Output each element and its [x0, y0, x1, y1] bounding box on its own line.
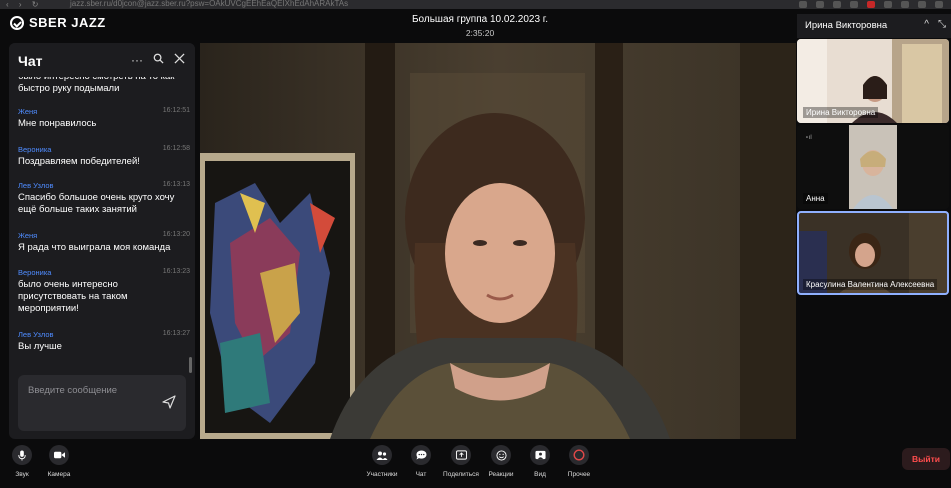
share-screen-icon	[451, 445, 471, 465]
close-icon[interactable]	[174, 53, 185, 67]
chat-input-placeholder: Введите сообщение	[28, 385, 118, 396]
participant-tile[interactable]: Красулина Валентина Алексеевна	[797, 211, 949, 295]
camera-label: Камера	[47, 471, 71, 478]
message-author: Лев Узлов	[18, 330, 54, 339]
logo-text: SBER JAZZ	[29, 15, 106, 30]
view-label: Вид	[534, 471, 546, 478]
sber-logo-icon	[10, 15, 24, 30]
participant-tiles: Ирина Викторовна ∘ıl Анна Красулина Вале…	[797, 37, 951, 295]
app-logo: SBER JAZZ	[10, 15, 106, 30]
participants-label: Участники	[366, 471, 398, 478]
more-options-icon[interactable]: ···	[131, 53, 143, 67]
participant-name: Анна	[803, 193, 828, 204]
layout-icon	[530, 445, 550, 465]
chat-message: Лев Узлов 16:13:27 Вы лучше	[18, 330, 190, 353]
message-text: Вы лучше	[18, 341, 62, 352]
message-text: Я рада что выиграла моя команда	[18, 242, 171, 253]
leave-button[interactable]: Выйти	[902, 448, 950, 470]
chat-message: Лев Узлов 16:13:13 Спасибо большое очень…	[18, 181, 190, 216]
meeting-title: Большая группа 10.02.2023 г.	[411, 14, 549, 25]
camera-icon	[49, 445, 69, 465]
participant-tile[interactable]: ∘ıl Анна	[797, 125, 949, 209]
browser-url[interactable]: jazz.sber.ru/d0jcon@jazz.sber.ru?psw=OAk…	[70, 0, 348, 8]
share-label: Поделиться	[443, 471, 479, 478]
chat-scrollbar[interactable]	[189, 357, 192, 373]
browser-nav-icons[interactable]: ‹ › ↻	[6, 0, 42, 9]
message-time: 16:13:20	[162, 231, 190, 238]
expand-icon[interactable]: ⤡	[938, 19, 946, 30]
chat-message: Вероника 16:12:58 Поздравляем победителе…	[18, 145, 190, 168]
message-time: 16:13:13	[162, 181, 190, 188]
message-time: 16:13:27	[162, 330, 190, 337]
message-author: Вероника	[18, 268, 52, 277]
message-time: 16:12:51	[162, 107, 190, 114]
send-icon[interactable]	[162, 395, 176, 409]
chat-message: Вероника 16:13:23 было очень интересно п…	[18, 268, 190, 315]
message-text: Спасибо большое очень круто хочу ещё бол…	[18, 192, 175, 215]
message-author: Вероника	[18, 145, 52, 154]
speaker-header: Ирина Викторовна ^ ⤡	[797, 14, 951, 38]
message-author: Женя	[18, 107, 38, 116]
message-text: Мне понравилось	[18, 118, 97, 129]
more-label: Прочее	[567, 471, 591, 478]
message-time: 16:12:58	[162, 145, 190, 152]
message-text: было очень интересно присутствовать на т…	[18, 279, 128, 314]
message-text: Поздравляем победителей!	[18, 156, 140, 167]
reactions-label: Реакции	[488, 471, 514, 478]
svg-text:∘ıl: ∘ıl	[805, 135, 812, 141]
microphone-icon	[12, 445, 32, 465]
meeting-timer: 2:35:20	[465, 28, 495, 38]
chat-header: Чат ···	[9, 43, 195, 77]
chat-message-partial: было интересно смотреть на то как быстро…	[18, 77, 174, 94]
participant-name: Ирина Викторовна	[803, 107, 879, 118]
camera-button[interactable]: Камера	[33, 445, 85, 478]
chat-label: Чат	[415, 471, 427, 478]
chat-icon	[411, 445, 431, 465]
message-author: Женя	[18, 231, 38, 240]
chat-input[interactable]: Введите сообщение	[18, 375, 186, 431]
chat-panel: Чат ··· было интересно смотреть на то ка…	[9, 43, 195, 439]
sound-label: Звук	[15, 471, 29, 478]
chat-message-list[interactable]: было интересно смотреть на то как быстро…	[9, 77, 195, 367]
participant-tile[interactable]: Ирина Викторовна	[797, 39, 949, 123]
participants-icon	[372, 445, 392, 465]
chat-title: Чат	[18, 53, 43, 69]
speaker-name: Ирина Викторовна	[805, 20, 888, 31]
participant-name: Красулина Валентина Алексеевна	[803, 279, 938, 290]
main-video[interactable]	[200, 43, 796, 439]
chevron-up-icon[interactable]: ^	[924, 19, 929, 30]
more-icon	[569, 445, 589, 465]
message-author: Лев Узлов	[18, 181, 54, 190]
more-button[interactable]: Прочее	[553, 445, 605, 478]
smile-icon	[491, 445, 511, 465]
speaker-video-image	[200, 43, 796, 439]
search-icon[interactable]	[153, 53, 164, 67]
browser-extensions[interactable]	[799, 1, 943, 8]
chat-message: Женя 16:12:51 Мне понравилось	[18, 107, 190, 130]
chat-message: Женя 16:13:20 Я рада что выиграла моя ко…	[18, 231, 190, 254]
browser-toolbar: ‹ › ↻ jazz.sber.ru/d0jcon@jazz.sber.ru?p…	[0, 0, 951, 9]
message-time: 16:13:23	[162, 268, 190, 275]
